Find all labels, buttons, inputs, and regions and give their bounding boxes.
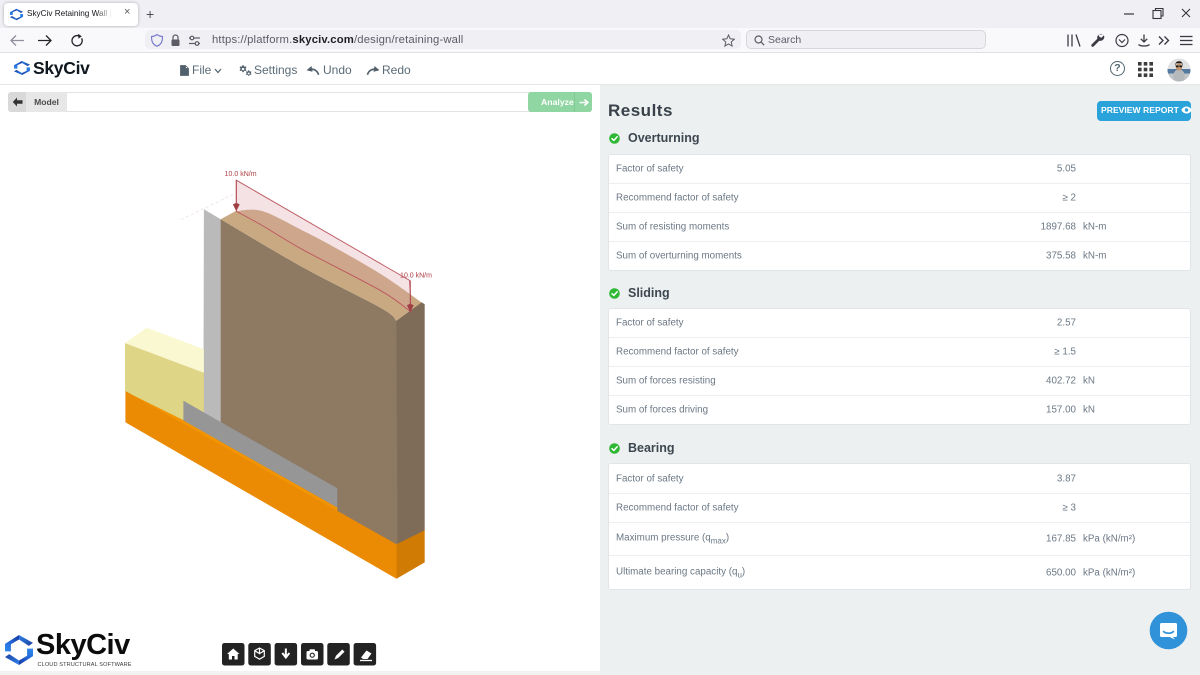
svg-text:10.0 kN/m: 10.0 kN/m: [225, 171, 257, 178]
svg-text:10.0 kN/m: 10.0 kN/m: [400, 273, 432, 280]
